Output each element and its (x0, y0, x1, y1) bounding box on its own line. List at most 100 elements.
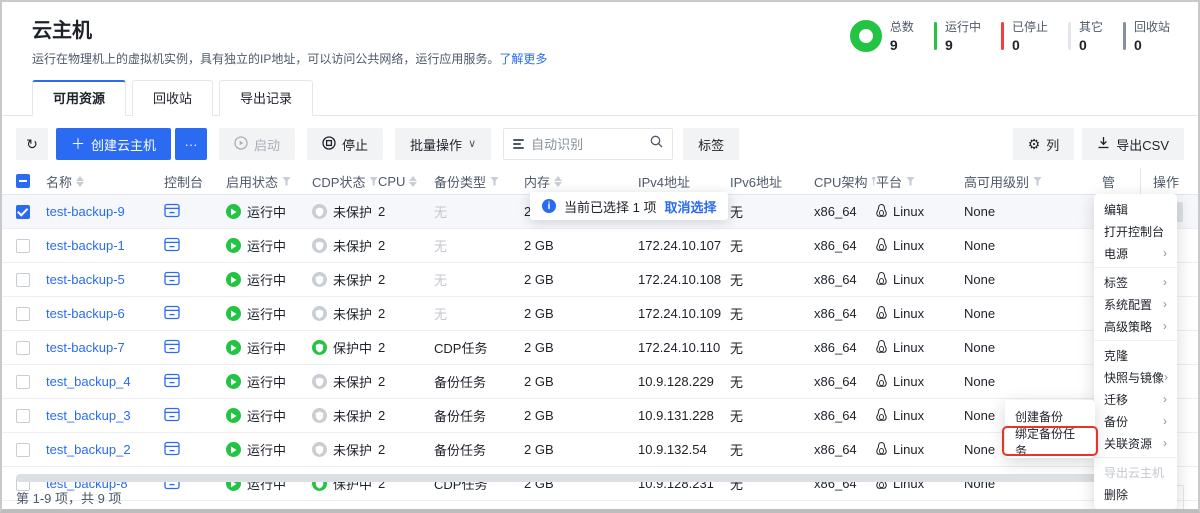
column-header-4[interactable]: CDP状态 (312, 172, 378, 191)
column-header-5[interactable]: CPU (378, 174, 434, 189)
export-csv-button[interactable]: 导出CSV (1082, 128, 1184, 160)
host-name-link[interactable]: test_backup_2 (46, 442, 131, 457)
host-name-link[interactable]: test-backup-7 (46, 340, 125, 355)
submenu-arrow-icon: › (1163, 297, 1167, 311)
column-header-3[interactable]: 启用状态 (226, 172, 312, 191)
deselect-link[interactable]: 取消选择 (664, 197, 716, 216)
context-menu-item-克隆[interactable]: 克隆 (1094, 344, 1177, 366)
toolbar: ↻ ＋ 创建云主机 ··· 启动 停止 批量操作 ∨ 标签 (2, 116, 1198, 168)
context-menu-item-高级策略[interactable]: 高级策略 › (1094, 315, 1177, 337)
horizontal-scrollbar[interactable] (16, 474, 1134, 482)
context-menu-item-电源[interactable]: 电源 › (1094, 242, 1177, 264)
column-header-8[interactable]: IPv4地址 (638, 172, 730, 191)
shield-icon (312, 442, 327, 457)
ipv4-cell: 10.9.128.229 (638, 374, 730, 389)
create-host-button[interactable]: ＋ 创建云主机 (56, 128, 171, 160)
sort-icon[interactable] (409, 176, 417, 187)
context-menu-item-编辑[interactable]: 编辑 (1094, 198, 1177, 220)
console-icon[interactable] (164, 441, 180, 459)
row-checkbox[interactable] (16, 409, 30, 423)
console-icon[interactable] (164, 373, 180, 391)
context-menu-item-打开控制台[interactable]: 打开控制台 (1094, 220, 1177, 242)
stop-button[interactable]: 停止 (307, 128, 383, 160)
context-menu-item-备份[interactable]: 备份 › (1094, 410, 1177, 432)
host-name-link[interactable]: test-backup-5 (46, 272, 125, 287)
stat-total-value: 9 (890, 37, 914, 53)
host-name-link[interactable]: test-backup-1 (46, 238, 125, 253)
submenu-arrow-icon: › (1163, 436, 1167, 450)
filter-funnel-icon[interactable] (282, 177, 291, 186)
tab-available-resources[interactable]: 可用资源 (32, 80, 126, 116)
platform-cell: Linux (876, 204, 964, 220)
tag-button[interactable]: 标签 (683, 128, 739, 160)
search-box[interactable] (503, 128, 673, 160)
tab-recycle-bin[interactable]: 回收站 (132, 80, 213, 116)
column-header-1[interactable]: 名称 (46, 172, 164, 191)
filter-funnel-icon[interactable] (1033, 177, 1042, 186)
filter-funnel-icon[interactable] (490, 177, 499, 186)
ipv6-cell: 无 (730, 338, 814, 357)
sort-icon[interactable] (76, 176, 84, 187)
row-checkbox[interactable] (16, 273, 30, 287)
context-menu-item-快照与镜像[interactable]: 快照与镜像 › (1094, 366, 1177, 388)
console-icon[interactable] (164, 407, 180, 425)
context-menu-item-关联资源[interactable]: 关联资源 › (1094, 432, 1177, 454)
context-menu-item-系统配置[interactable]: 系统配置 › (1094, 293, 1177, 315)
context-menu-item-导出云主机[interactable]: 导出云主机 (1094, 461, 1177, 483)
column-header-6[interactable]: 备份类型 (434, 172, 524, 191)
ipv6-value: 无 (730, 372, 743, 391)
backup-type-value: CDP任务 (434, 338, 487, 357)
backup-type-value: 无 (434, 304, 447, 323)
filter-funnel-icon[interactable] (369, 177, 378, 186)
console-icon[interactable] (164, 305, 180, 323)
console-icon[interactable] (164, 203, 180, 221)
host-name-link[interactable]: test_backup_4 (46, 374, 131, 389)
columns-button[interactable]: ⚙ 列 (1013, 128, 1075, 160)
row-checkbox-cell (16, 205, 46, 219)
row-checkbox[interactable] (16, 375, 30, 389)
context-menu-item-删除[interactable]: 删除 (1094, 483, 1177, 505)
context-menu-item-标签[interactable]: 标签 › (1094, 271, 1177, 293)
ha-level-value: None (964, 442, 995, 457)
column-header-13[interactable]: 管 (1102, 172, 1140, 191)
stat-other: 其它 0 (1068, 18, 1103, 53)
create-more-button[interactable]: ··· (175, 128, 207, 160)
cdp-status-cell: 未保护 (312, 304, 378, 323)
sort-icon[interactable] (554, 176, 562, 187)
row-checkbox[interactable] (16, 205, 30, 219)
console-icon[interactable] (164, 271, 180, 289)
download-icon (1097, 136, 1110, 152)
column-header-10[interactable]: CPU架构 (814, 172, 876, 191)
start-button[interactable]: 启动 (219, 128, 295, 160)
cpu-value: 2 (378, 238, 385, 253)
filter-funnel-icon[interactable] (906, 177, 915, 186)
menu-item-bind-backup-task[interactable]: 绑定备份任务 (1005, 429, 1095, 454)
host-name-link[interactable]: test-backup-6 (46, 306, 125, 321)
select-all-checkbox[interactable] (16, 174, 30, 188)
column-header-2[interactable]: 控制台 (164, 172, 226, 191)
context-menu-item-label: 标签 (1104, 274, 1128, 291)
refresh-button[interactable]: ↻ (16, 128, 48, 160)
learn-more-link[interactable]: 了解更多 (499, 52, 547, 66)
row-checkbox[interactable] (16, 239, 30, 253)
host-name-link[interactable]: test_backup_3 (46, 408, 131, 423)
row-checkbox[interactable] (16, 307, 30, 321)
row-checkbox[interactable] (16, 443, 30, 457)
context-menu-item-迁移[interactable]: 迁移 › (1094, 388, 1177, 410)
row-checkbox[interactable] (16, 341, 30, 355)
column-header-12[interactable]: 高可用级别 (964, 172, 1102, 191)
column-header-9[interactable]: IPv6地址 (730, 172, 814, 191)
batch-operations-button[interactable]: 批量操作 ∨ (395, 128, 491, 160)
tab-export-records[interactable]: 导出记录 (219, 80, 313, 116)
column-header-7[interactable]: 内存 (524, 172, 638, 191)
console-icon[interactable] (164, 339, 180, 357)
console-icon[interactable] (164, 237, 180, 255)
status-cell: 运行中 (226, 372, 312, 391)
ha-level-value: None (964, 408, 995, 423)
status-text: 运行中 (247, 202, 286, 221)
search-input[interactable] (531, 137, 643, 152)
backup-type-value: 无 (434, 202, 447, 221)
host-name-link[interactable]: test-backup-9 (46, 204, 125, 219)
backup-type-cell: 备份任务 (434, 372, 524, 391)
column-header-11[interactable]: 平台 (876, 172, 964, 191)
